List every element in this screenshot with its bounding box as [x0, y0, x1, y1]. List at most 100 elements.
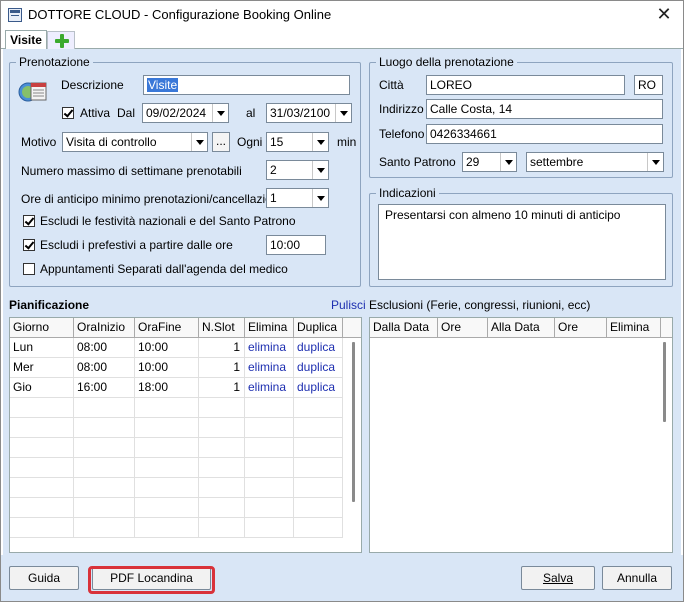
ogni-value: 15: [270, 135, 284, 149]
empty-row: [10, 498, 350, 518]
col-orafine[interactable]: OraFine: [135, 318, 199, 338]
pulisci-link[interactable]: Pulisci: [331, 298, 366, 312]
pianificazione-header: Giorno OraInizio OraFine N.Slot Elimina …: [10, 318, 361, 338]
luogo-group: Luogo della prenotazione Città LOREO RO …: [369, 55, 673, 178]
duplica-link[interactable]: duplica: [294, 338, 343, 358]
salva-label: Salva: [542, 571, 574, 585]
escludi-prefestivi-checkbox[interactable]: [23, 239, 35, 251]
col-ore-al[interactable]: Ore: [555, 318, 607, 338]
patrono-label: Santo Patrono: [379, 155, 456, 169]
window-title: DOTTORE CLOUD - Configurazione Booking O…: [28, 7, 332, 22]
prenotazione-group: Prenotazione Descrizione Visite Attiva D…: [9, 55, 361, 287]
pianificazione-scrollbar[interactable]: [352, 342, 355, 502]
appuntamenti-checkbox[interactable]: [23, 263, 35, 275]
tab-visite[interactable]: Visite: [5, 30, 47, 50]
cell-fine: 10:00: [135, 358, 199, 378]
chevron-down-icon[interactable]: [647, 153, 663, 171]
anticipo-select[interactable]: 1: [266, 188, 329, 208]
annulla-button[interactable]: Annulla: [602, 566, 672, 590]
elimina-link[interactable]: elimina: [245, 358, 294, 378]
calendar-icon: [18, 82, 47, 102]
tab-strip: Visite: [1, 29, 683, 50]
attiva-label: Attiva: [80, 106, 111, 120]
cell-inizio: 08:00: [74, 338, 135, 358]
col-alla-data[interactable]: Alla Data: [488, 318, 555, 338]
motivo-value: Visita di controllo: [66, 135, 157, 149]
al-value: 31/03/2100: [270, 106, 331, 120]
close-icon[interactable]: ✕: [653, 3, 675, 25]
col-giorno[interactable]: Giorno: [10, 318, 74, 338]
patrono-mese-value: settembre: [530, 155, 584, 169]
esclusioni-grid: Dalla Data Ore Alla Data Ore Elimina: [369, 317, 673, 553]
chevron-down-icon[interactable]: [312, 133, 328, 151]
patrono-mese-select[interactable]: settembre: [526, 152, 664, 172]
chevron-down-icon[interactable]: [212, 104, 228, 122]
indirizzo-input[interactable]: Calle Costa, 14: [426, 99, 663, 119]
descrizione-label: Descrizione: [61, 78, 124, 92]
anticipo-label: Ore di anticipo minimo prenotazioni/canc…: [21, 192, 282, 206]
min-label: min: [337, 135, 357, 149]
col-duplica[interactable]: Duplica: [294, 318, 343, 338]
col-ore-dal[interactable]: Ore: [438, 318, 488, 338]
indirizzo-label: Indirizzo: [379, 102, 424, 116]
chevron-down-icon[interactable]: [312, 189, 328, 207]
escludi-festivita-checkbox[interactable]: [23, 215, 35, 227]
plus-icon: [55, 34, 69, 48]
cell-slot: 1: [199, 378, 245, 398]
cell-giorno: Lun: [10, 338, 74, 358]
indicazioni-textarea[interactable]: Presentarsi con almeno 10 minuti di anti…: [378, 204, 666, 280]
ogni-label: Ogni: [237, 135, 263, 149]
col-nslot[interactable]: N.Slot: [199, 318, 245, 338]
provincia-input[interactable]: RO: [634, 75, 663, 95]
cell-slot: 1: [199, 358, 245, 378]
attiva-checkbox[interactable]: [62, 107, 74, 119]
al-date-picker[interactable]: 31/03/2100: [266, 103, 352, 123]
empty-row: [10, 398, 350, 418]
col-elimina[interactable]: Elimina: [245, 318, 294, 338]
add-tab-button[interactable]: [47, 31, 75, 49]
duplica-link[interactable]: duplica: [294, 358, 343, 378]
patrono-giorno-select[interactable]: 29: [462, 152, 517, 172]
citta-input[interactable]: LOREO: [426, 75, 625, 95]
prefestivi-ore-input[interactable]: 10:00: [266, 235, 326, 255]
cell-inizio: 08:00: [74, 358, 135, 378]
chevron-down-icon[interactable]: [500, 153, 516, 171]
guida-button[interactable]: Guida: [9, 566, 79, 590]
anticipo-value: 1: [270, 191, 277, 205]
main-window: DOTTORE CLOUD - Configurazione Booking O…: [0, 0, 684, 602]
dal-label: Dal: [117, 106, 136, 120]
cell-fine: 18:00: [135, 378, 199, 398]
col-elimina[interactable]: Elimina: [607, 318, 661, 338]
table-row[interactable]: Gio 16:00 18:00 1 elimina duplica: [10, 378, 350, 398]
motivo-select[interactable]: Visita di controllo: [62, 132, 208, 152]
table-row[interactable]: Lun 08:00 10:00 1 elimina duplica: [10, 338, 350, 358]
descrizione-input[interactable]: Visite: [143, 75, 350, 95]
cell-giorno: Gio: [10, 378, 74, 398]
col-orainizio[interactable]: OraInizio: [74, 318, 135, 338]
prenotazione-legend: Prenotazione: [16, 55, 93, 69]
salva-button[interactable]: Salva: [521, 566, 595, 590]
settimane-label: Numero massimo di settimane prenotabili: [21, 164, 242, 178]
cell-fine: 10:00: [135, 338, 199, 358]
chevron-down-icon[interactable]: [312, 161, 328, 179]
duplica-link[interactable]: duplica: [294, 378, 343, 398]
col-dalla-data[interactable]: Dalla Data: [370, 318, 438, 338]
ogni-select[interactable]: 15: [266, 132, 329, 152]
appuntamenti-label: Appuntamenti Separati dall'agenda del me…: [40, 262, 288, 276]
motivo-browse-button[interactable]: ...: [212, 132, 230, 152]
indicazioni-legend: Indicazioni: [376, 186, 439, 200]
patrono-giorno-value: 29: [466, 155, 480, 169]
elimina-link[interactable]: elimina: [245, 378, 294, 398]
table-row[interactable]: Mer 08:00 10:00 1 elimina duplica: [10, 358, 350, 378]
luogo-legend: Luogo della prenotazione: [376, 55, 517, 69]
title-bar: DOTTORE CLOUD - Configurazione Booking O…: [1, 1, 683, 29]
dal-date-picker[interactable]: 09/02/2024: [142, 103, 229, 123]
esclusioni-scrollbar[interactable]: [663, 342, 666, 422]
chevron-down-icon[interactable]: [335, 104, 351, 122]
empty-row: [10, 458, 350, 478]
chevron-down-icon[interactable]: [191, 133, 207, 151]
settimane-select[interactable]: 2: [266, 160, 329, 180]
telefono-input[interactable]: 0426334661: [426, 124, 663, 144]
citta-label: Città: [379, 78, 404, 92]
elimina-link[interactable]: elimina: [245, 338, 294, 358]
